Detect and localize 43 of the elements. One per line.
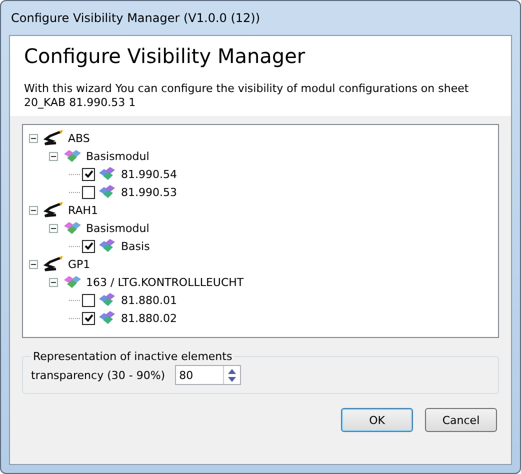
cubes-icon [97,292,117,308]
spin-field[interactable]: 80 [175,365,242,385]
group-title: Representation of inactive elements [32,350,234,363]
tree-item[interactable]: ABS [66,132,92,144]
wizard-title: Configure Visibility Manager [24,44,306,68]
collapse-icon[interactable] [49,224,58,232]
tree-item[interactable]: 163 / LTG.KONTROLLLEUCHT [84,276,246,288]
down-arrow-icon[interactable] [228,376,236,382]
tree-item[interactable]: RAH1 [66,204,100,216]
tree-item[interactable]: Basismodul [84,150,152,162]
plug-icon [42,130,64,146]
checkbox[interactable] [82,186,95,198]
cubes-icon [97,184,117,200]
collapse-icon[interactable] [49,152,58,160]
tree-item[interactable]: Basis [119,240,152,252]
tree-item[interactable]: GP1 [66,258,92,270]
checkbox[interactable] [82,240,95,252]
plug-icon [42,256,64,272]
cubes-icon [62,274,82,290]
checkbox[interactable] [82,168,95,180]
cubes-icon [62,220,82,236]
window-title: Configure Visibility Manager (V1.0.0 (12)) [11,11,260,25]
cubes-icon [62,148,82,164]
tree-item[interactable]: 81.990.53 [119,186,179,198]
collapse-icon[interactable] [29,134,38,142]
collapse-icon[interactable] [29,206,38,214]
cubes-icon [97,238,117,254]
checkbox[interactable] [82,312,95,324]
ok-button[interactable]: OK [341,408,413,432]
checkbox[interactable] [82,294,95,306]
collapse-icon[interactable] [29,260,38,268]
tree-item[interactable]: 81.990.54 [119,168,179,180]
tree-item[interactable]: 81.880.02 [119,312,179,324]
cubes-icon [97,310,117,326]
tree-item[interactable]: Basismodul [84,222,152,234]
field-label: transparency (30 - 90%) [31,368,166,382]
collapse-icon[interactable] [49,278,58,286]
tree-item[interactable]: 81.880.01 [119,294,179,306]
up-arrow-icon[interactable] [228,368,236,374]
plug-icon [42,202,64,218]
cancel-button[interactable]: Cancel [425,408,497,432]
wizard-description: With this wizard You can configure the visibility of modul configurations on sheet 20_KAB 81.990.53 1 [24,82,470,110]
cubes-icon [97,166,117,182]
